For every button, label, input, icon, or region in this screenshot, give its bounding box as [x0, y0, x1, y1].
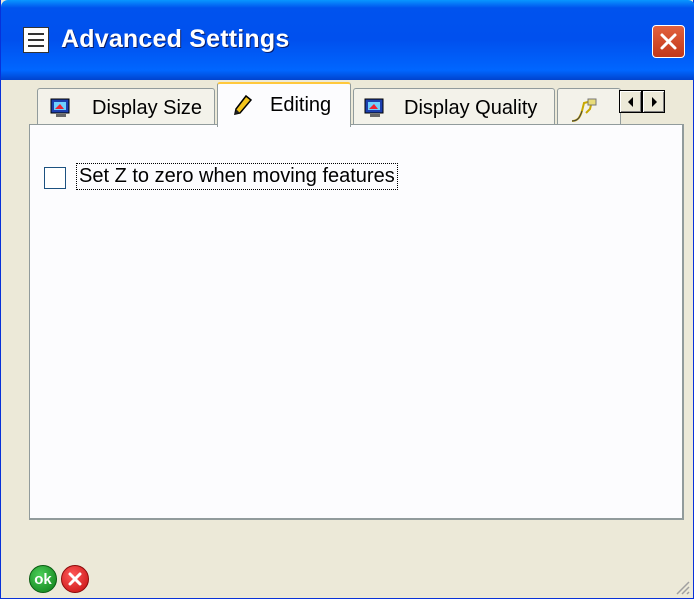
set-z-zero-checkbox[interactable]	[44, 167, 66, 189]
settings-window-icon	[23, 27, 49, 53]
title-bar[interactable]: Advanced Settings	[1, 0, 694, 80]
ok-button[interactable]: ok	[29, 565, 57, 593]
monitor-icon	[364, 98, 384, 117]
window-title: Advanced Settings	[61, 25, 290, 53]
tab-strip: Display Size Editing Display Quality	[1, 80, 693, 127]
tab-display-size[interactable]: Display Size	[37, 88, 215, 124]
advanced-settings-window: Advanced Settings Display Size Editing D…	[0, 0, 694, 599]
cancel-x-icon	[68, 572, 82, 586]
monitor-icon	[50, 98, 70, 117]
pencil-icon	[234, 94, 253, 115]
tab-scroll-left-button[interactable]	[619, 90, 642, 113]
tab-partial[interactable]	[557, 88, 621, 124]
tool-icon	[571, 98, 597, 122]
tab-label: Display Size	[92, 97, 203, 119]
set-z-zero-label[interactable]: Set Z to zero when moving features	[76, 163, 398, 190]
close-icon	[660, 33, 677, 50]
editing-panel: Set Z to zero when moving features	[29, 124, 684, 520]
resize-grip-icon[interactable]	[673, 578, 691, 596]
tab-display-quality[interactable]: Display Quality	[353, 88, 555, 124]
tab-label: Editing	[270, 94, 332, 116]
cancel-button[interactable]	[61, 565, 89, 593]
tab-scroll-right-button[interactable]	[642, 90, 665, 113]
tab-label: Display Quality	[404, 97, 538, 119]
tab-editing[interactable]: Editing	[217, 82, 351, 127]
arrow-left-icon	[628, 97, 633, 107]
arrow-right-icon	[652, 97, 657, 107]
close-button[interactable]	[652, 25, 685, 58]
